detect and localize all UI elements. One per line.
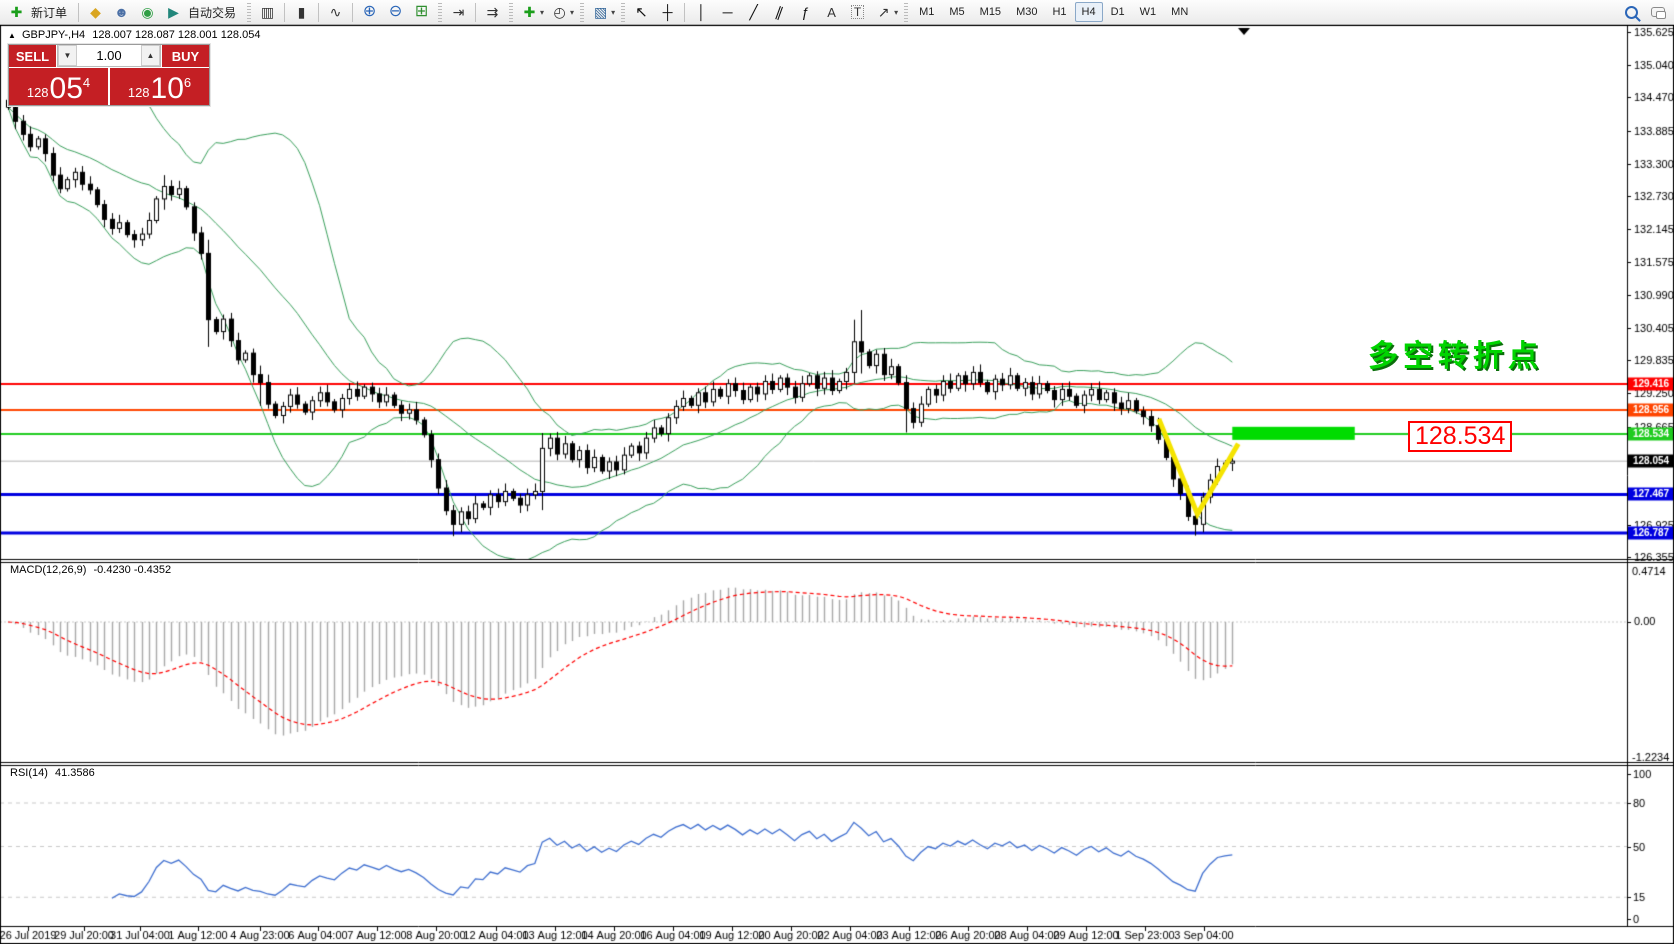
community-icon[interactable] <box>109 1 134 24</box>
toolbar-grip[interactable] <box>509 3 513 22</box>
toolbar-grip[interactable] <box>438 3 442 22</box>
tab-m15[interactable]: M15 <box>973 2 1008 22</box>
symbol-info-line: ▲ GBPJPY-,H4 128.007 128.087 128.001 128… <box>8 29 260 41</box>
turning-point-annotation[interactable]: 多空转折点 <box>1368 331 1543 375</box>
tab-m5[interactable]: M5 <box>942 2 971 22</box>
symbol-marker-icon[interactable]: ▲ <box>8 31 16 40</box>
chart-window: ▲ GBPJPY-,H4 128.007 128.087 128.001 128… <box>0 25 1674 944</box>
symbol-period-label: GBPJPY-,H4 <box>22 29 85 41</box>
macd-values: -0.4230 -0.4352 <box>93 564 171 576</box>
zoom-out-icon[interactable] <box>383 1 408 24</box>
tab-h4[interactable]: H4 <box>1075 2 1103 22</box>
autotrade-icon[interactable] <box>161 1 186 24</box>
fibonacci-icon[interactable] <box>793 1 818 24</box>
sell-price-button[interactable]: 128 05 4 <box>9 68 108 105</box>
cursor-icon[interactable] <box>629 1 654 24</box>
macd-indicator-label: MACD(12,26,9) -0.4230 -0.4352 <box>10 564 171 576</box>
price-level-callout[interactable]: 128.534 <box>1408 421 1512 452</box>
macd-name: MACD(12,26,9) <box>10 564 86 576</box>
mql-market-icon[interactable] <box>83 1 108 24</box>
autotrade-label[interactable]: 自动交易 <box>188 4 236 21</box>
rsi-indicator-label: RSI(14) 41.3586 <box>10 767 95 779</box>
arrows-icon[interactable] <box>871 1 896 24</box>
signals-icon[interactable] <box>135 1 160 24</box>
text-icon[interactable] <box>819 1 844 24</box>
toolbar-grip[interactable] <box>247 3 251 22</box>
toolbar-separator <box>684 3 685 22</box>
toolbar-grip[interactable] <box>621 3 625 22</box>
toolbar-grip[interactable] <box>580 3 584 22</box>
chat-icon[interactable] <box>1645 1 1670 24</box>
periods-icon[interactable] <box>547 1 572 24</box>
toolbar-separator <box>284 3 285 22</box>
toolbar: 新订单 自动交易 ▾ ▾ ▾ ▾ M1 M5 M15 M30 H1 H4 D1 … <box>0 0 1674 25</box>
tab-h1[interactable]: H1 <box>1045 2 1073 22</box>
auto-scroll-icon[interactable] <box>480 1 505 24</box>
new-order-label[interactable]: 新订单 <box>31 4 67 21</box>
rsi-value: 41.3586 <box>55 767 95 779</box>
text-label-icon[interactable] <box>845 1 870 24</box>
equidistant-channel-icon[interactable] <box>767 1 792 24</box>
vertical-line-icon[interactable] <box>689 1 714 24</box>
bar-chart-icon[interactable] <box>255 1 280 24</box>
buy-button[interactable]: BUY <box>161 45 209 67</box>
toolbar-grip[interactable] <box>904 3 908 22</box>
tab-m30[interactable]: M30 <box>1009 2 1044 22</box>
bid-prefix: 128 <box>27 83 49 103</box>
volume-up-button[interactable]: ▲ <box>141 45 160 66</box>
candlestick-chart-icon[interactable] <box>289 1 314 24</box>
ask-big-digits: 10 <box>151 75 184 103</box>
volume-input[interactable] <box>77 45 141 66</box>
tab-mn[interactable]: MN <box>1164 2 1195 22</box>
ask-prefix: 128 <box>128 83 150 103</box>
line-chart-icon[interactable] <box>323 1 348 24</box>
volume-down-button[interactable]: ▼ <box>58 45 77 66</box>
tab-m1[interactable]: M1 <box>912 2 941 22</box>
rsi-name: RSI(14) <box>10 767 48 779</box>
search-icon[interactable] <box>1619 1 1644 24</box>
templates-icon[interactable] <box>588 1 613 24</box>
toolbar-separator <box>318 3 319 22</box>
crosshair-icon[interactable] <box>655 1 680 24</box>
buy-price-button[interactable]: 128 10 6 <box>110 68 209 105</box>
bid-pip-digit: 4 <box>83 68 90 98</box>
toolbar-separator <box>352 3 353 22</box>
trendline-icon[interactable] <box>741 1 766 24</box>
tab-d1[interactable]: D1 <box>1104 2 1132 22</box>
toolbar-separator <box>475 3 476 22</box>
toolbar-separator <box>78 3 79 22</box>
indicators-icon[interactable] <box>517 1 542 24</box>
one-click-trading-panel: SELL ▼ ▲ BUY 128 05 4 128 10 6 <box>8 44 210 106</box>
bid-big-digits: 05 <box>50 75 83 103</box>
zoom-in-icon[interactable] <box>357 1 382 24</box>
horizontal-line-icon[interactable] <box>715 1 740 24</box>
chart-canvas[interactable] <box>0 25 1674 944</box>
tile-windows-icon[interactable] <box>409 1 434 24</box>
chart-shift-icon[interactable] <box>446 1 471 24</box>
new-order-icon[interactable] <box>4 1 29 24</box>
sell-button[interactable]: SELL <box>9 45 57 67</box>
tab-w1[interactable]: W1 <box>1133 2 1164 22</box>
symbol-ohlc-values: 128.007 128.087 128.001 128.054 <box>92 29 260 41</box>
ask-pip-digit: 6 <box>184 68 191 98</box>
